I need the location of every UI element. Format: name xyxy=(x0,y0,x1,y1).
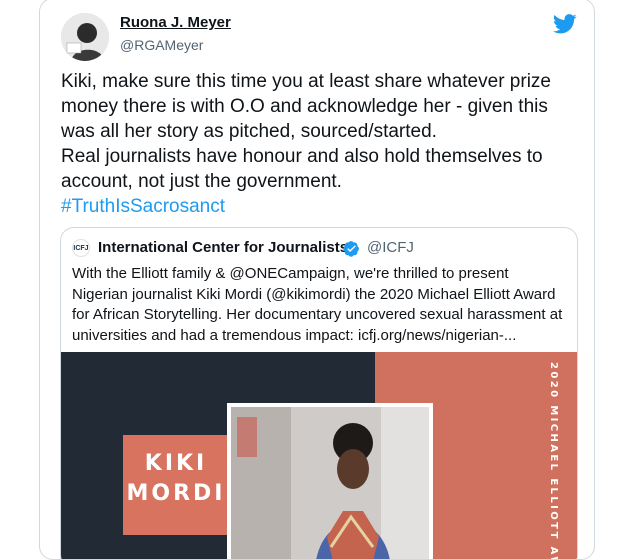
verified-badge-icon xyxy=(343,241,359,257)
media-label-first-name: KIKI xyxy=(144,451,208,476)
author-name[interactable]: Ruona J. Meyer xyxy=(120,14,231,31)
quoted-tweet[interactable]: ICFJ International Center for Journalist… xyxy=(60,227,578,560)
quoted-author-handle[interactable]: @ICFJ xyxy=(367,239,414,256)
quoted-tweet-body: With the Elliott family & @ONECampaign, … xyxy=(72,264,568,346)
tweet-line: account, not just the government. xyxy=(61,171,342,192)
media-label-last-name: MORDI xyxy=(126,481,226,506)
quoted-line: universities and had a tremendous impact… xyxy=(72,326,517,344)
tweet-line: money there is with O.O and acknowledge … xyxy=(61,96,548,117)
quoted-line: for African Storytelling. Her documentar… xyxy=(72,306,563,323)
award-vertical-text: 2020 MICHAEL ELLIOTT AWARD xyxy=(548,362,559,560)
tweet-line: Kiki, make sure this time you at least s… xyxy=(61,71,551,92)
author-handle[interactable]: @RGAMeyer xyxy=(120,37,203,53)
portrait-photo-icon xyxy=(231,407,429,559)
hashtag-link[interactable]: #TruthIsSacrosanct xyxy=(61,194,581,219)
tweet-card[interactable]: Ruona J. Meyer @RGAMeyer Kiki, make sure… xyxy=(39,0,595,560)
tweet-line: Real journalists have honour and also ho… xyxy=(61,146,543,167)
twitter-bird-icon[interactable] xyxy=(553,14,577,34)
tweet-line: was all her story as pitched, sourced/st… xyxy=(61,121,437,142)
media-name-label: KIKI MORDI xyxy=(123,435,229,535)
quoted-author-name[interactable]: International Center for Journalists xyxy=(98,239,348,256)
media-photo-frame xyxy=(227,403,433,559)
icfj-logo-avatar[interactable]: ICFJ xyxy=(72,239,90,257)
quoted-tweet-media[interactable]: KIKI MORDI 2020 MICHAEL ELLIOTT AWARD xyxy=(61,352,577,560)
tweet-body: Kiki, make sure this time you at least s… xyxy=(61,69,581,219)
quoted-line: Nigerian journalist Kiki Mordi (@kikimor… xyxy=(72,285,556,303)
portrait-photo xyxy=(231,407,429,559)
author-avatar[interactable] xyxy=(61,13,109,61)
avatar-photo-icon xyxy=(61,13,109,61)
quoted-line: With the Elliott family & @ONECampaign, … xyxy=(72,265,509,282)
